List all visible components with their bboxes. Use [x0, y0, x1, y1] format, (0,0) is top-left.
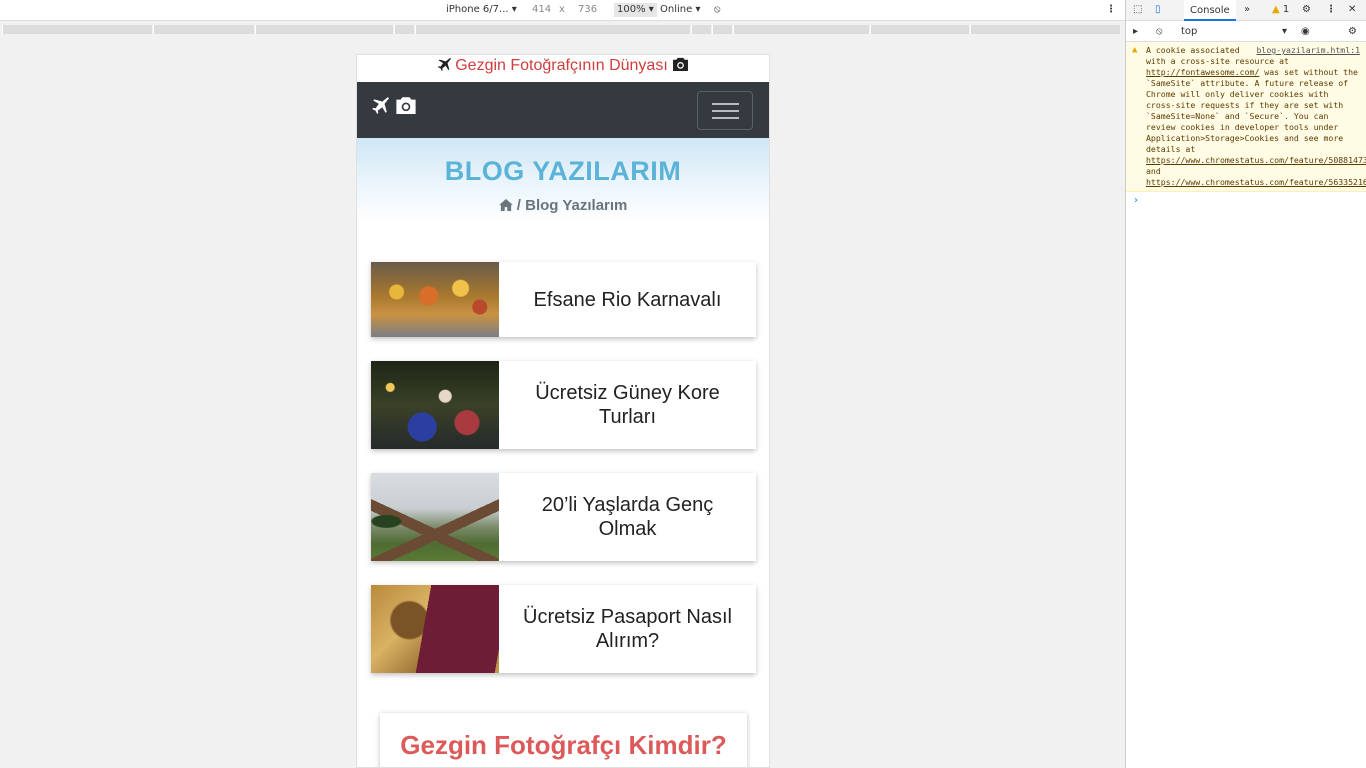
close-devtools-icon[interactable]: ✕	[1348, 4, 1356, 15]
about-title: Gezgin Fotoğrafçı Kimdir?	[400, 730, 727, 760]
post-card[interactable]: Efsane Rio Karnavalı	[371, 262, 756, 337]
width-input[interactable]: 414	[532, 4, 551, 15]
plane-icon	[437, 57, 451, 71]
warning-icon: ▲	[1132, 45, 1138, 55]
devtools-tabbar: ⬚ ▯ Console » ▲ 1 ⚙ ⋮ ✕	[1126, 0, 1366, 21]
inspect-element-icon[interactable]: ⬚	[1133, 4, 1142, 15]
console-prompt[interactable]: ›	[1126, 192, 1366, 209]
more-options-icon[interactable]: ⋮	[1106, 4, 1116, 15]
page-viewport: Gezgin Fotoğrafçının Dünyası BLOG YAZILA…	[356, 54, 770, 768]
post-thumbnail[interactable]	[371, 585, 499, 673]
post-title[interactable]: Ücretsiz Güney Kore Turları	[499, 361, 756, 449]
post-title[interactable]: Efsane Rio Karnavalı	[499, 262, 756, 337]
camera-icon	[673, 57, 689, 71]
warning-text: and	[1146, 166, 1161, 176]
warning-link[interactable]: http://fontawesome.com/	[1146, 67, 1259, 77]
zoom-select[interactable]: 100% ▾	[614, 3, 657, 17]
site-brand[interactable]: Gezgin Fotoğrafçının Dünyası	[357, 55, 769, 82]
warning-link[interactable]: https://www.chromestatus.com/feature/563…	[1146, 177, 1366, 187]
post-card[interactable]: Ücretsiz Pasaport Nasıl Alırım?	[371, 585, 756, 673]
breadcrumb-current: Blog Yazılarım	[525, 197, 628, 214]
media-query-ruler	[0, 22, 1125, 36]
dimension-separator: x	[559, 4, 565, 15]
warning-counter[interactable]: ▲ 1	[1272, 4, 1289, 15]
plane-icon	[372, 97, 389, 114]
breadcrumb: / Blog Yazılarım	[357, 197, 769, 214]
post-thumbnail[interactable]	[371, 473, 499, 561]
navbar	[357, 82, 769, 138]
menu-toggle-button[interactable]	[697, 91, 753, 130]
height-input[interactable]: 736	[578, 4, 597, 15]
console-toolbar: ▸ ⦸ top ▾ ◉ ⚙	[1126, 21, 1366, 42]
tab-console[interactable]: Console	[1184, 0, 1236, 21]
page-header: BLOG YAZILARIM / Blog Yazılarım	[357, 138, 769, 238]
home-icon[interactable]	[498, 199, 513, 211]
clear-console-icon[interactable]: ⦸	[1156, 26, 1163, 37]
brand-text: Gezgin Fotoğrafçının Dünyası	[455, 57, 668, 74]
post-card[interactable]: Ücretsiz Güney Kore Turları	[371, 361, 756, 449]
device-toggle-icon[interactable]: ▯	[1155, 4, 1161, 15]
page-title: BLOG YAZILARIM	[444, 156, 682, 186]
warning-text: was set without the `SameSite` attribute…	[1146, 67, 1358, 154]
post-title[interactable]: Ücretsiz Pasaport Nasıl Alırım?	[499, 585, 756, 673]
device-toolbar: iPhone 6/7... ▾ 414 x 736 100% ▾ Online …	[0, 0, 1125, 21]
console-warning: ▲ blog-yazilarim.html:1 A cookie associa…	[1126, 42, 1366, 192]
about-card: Gezgin Fotoğrafçı Kimdir?	[380, 713, 747, 767]
post-thumbnail[interactable]	[371, 361, 499, 449]
console-settings-icon[interactable]: ⚙	[1348, 26, 1357, 37]
settings-icon[interactable]: ⚙	[1302, 4, 1311, 15]
sidebar-toggle-icon[interactable]: ▸	[1133, 26, 1138, 37]
network-select[interactable]: Online ▾	[660, 4, 700, 15]
devtools-menu-icon[interactable]: ⋮	[1326, 4, 1336, 15]
rotate-icon[interactable]: ⦸	[714, 4, 721, 15]
camera-icon	[396, 97, 416, 114]
live-expression-icon[interactable]: ◉	[1301, 26, 1310, 37]
more-tabs-icon[interactable]: »	[1244, 4, 1250, 15]
context-select[interactable]: top ▾	[1181, 24, 1291, 39]
breadcrumb-separator: /	[516, 197, 521, 214]
navbar-logo[interactable]	[371, 96, 417, 119]
device-select[interactable]: iPhone 6/7... ▾	[446, 4, 517, 15]
post-title[interactable]: 20’li Yaşlarda Genç Olmak	[499, 473, 756, 561]
post-card[interactable]: 20’li Yaşlarda Genç Olmak	[371, 473, 756, 561]
post-thumbnail[interactable]	[371, 262, 499, 337]
devtools-panel: ⬚ ▯ Console » ▲ 1 ⚙ ⋮ ✕ ▸ ⦸ top ▾ ◉ ⚙ ▲ b…	[1125, 0, 1366, 768]
warning-link[interactable]: https://www.chromestatus.com/feature/508…	[1146, 155, 1366, 165]
warning-source-link[interactable]: blog-yazilarim.html:1	[1256, 45, 1360, 56]
